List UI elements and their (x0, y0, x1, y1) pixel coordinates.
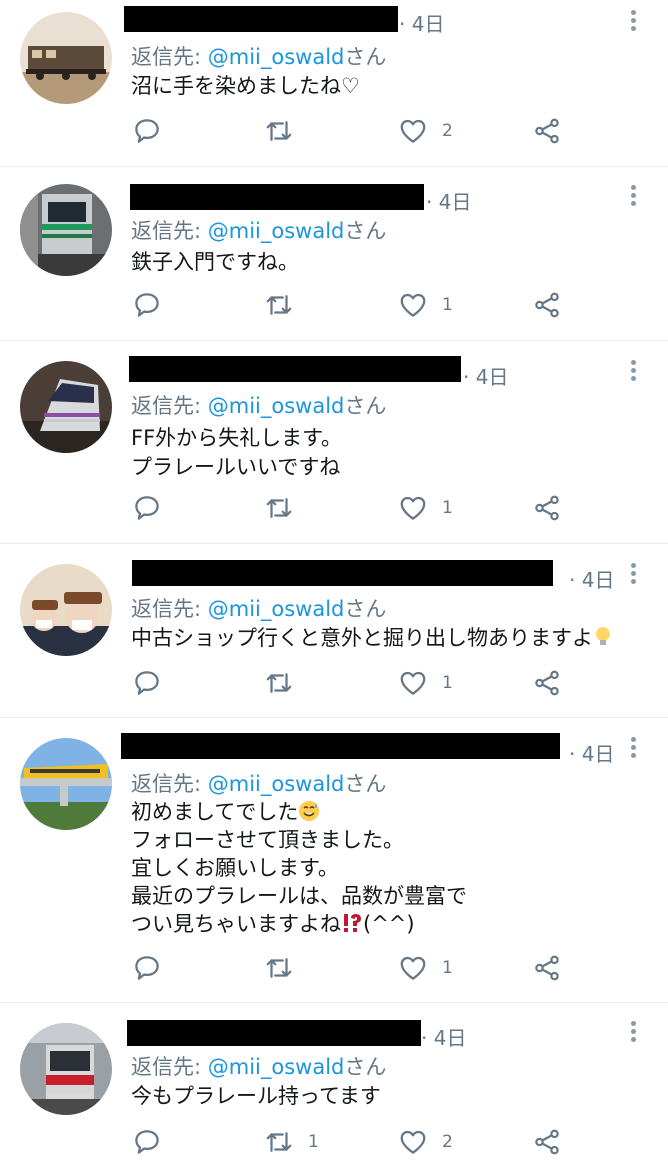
tweet-time[interactable]: · 4日 (426, 186, 471, 215)
tweet-text: 鉄子入門ですね。 (131, 250, 299, 274)
reply-icon[interactable] (132, 1127, 162, 1157)
retweet-icon[interactable] (264, 953, 294, 983)
retweet-icon[interactable] (264, 1127, 294, 1157)
redacted-display-name (124, 6, 398, 32)
tweet-time[interactable]: · 4日 (463, 361, 508, 390)
interrobang-emoji (344, 914, 361, 932)
retweet-count: 1 (308, 1132, 319, 1152)
share-icon[interactable] (532, 953, 562, 983)
retweet-icon[interactable] (264, 493, 294, 523)
tweet-text: 今もプラレール持ってます (131, 1084, 381, 1108)
more-icon[interactable] (624, 8, 644, 34)
redacted-display-name (127, 1020, 421, 1046)
more-icon[interactable] (624, 358, 644, 384)
reply-to-line: 返信先: @mii_oswaldさん (131, 45, 387, 69)
share-icon[interactable] (532, 1127, 562, 1157)
redacted-display-name (121, 733, 560, 759)
tweet-text: 初めましてでした フォローさせて頂きました。 宜しくお願いします。 最近のプラレ… (131, 800, 467, 936)
avatar[interactable] (20, 184, 112, 276)
avatar[interactable] (20, 12, 112, 104)
heart-icon[interactable] (398, 493, 428, 523)
tweet-5[interactable]: · 4日 返信先: @mii_oswaldさん 初めましてでした フォローさせて… (0, 718, 668, 1002)
tweet-3[interactable]: · 4日 返信先: @mii_oswaldさん FF外から失礼します。 プラレー… (0, 341, 668, 543)
mention-link[interactable]: @mii_oswald (208, 394, 345, 418)
redacted-display-name (132, 560, 553, 586)
like-count: 1 (442, 295, 453, 315)
mention-link[interactable]: @mii_oswald (208, 219, 345, 243)
tweet-text: FF外から失礼します。 プラレールいいですね (131, 426, 343, 479)
avatar[interactable] (20, 1023, 112, 1115)
avatar[interactable] (20, 738, 112, 830)
avatar[interactable] (20, 564, 112, 656)
more-icon[interactable] (624, 183, 644, 209)
tweet-time[interactable]: · 4日 (569, 564, 614, 593)
tweet-text: 中古ショップ行くと意外と掘り出し物ありますよ (131, 624, 613, 652)
mention-link[interactable]: @mii_oswald (208, 597, 345, 621)
more-icon[interactable] (624, 561, 644, 587)
reply-icon[interactable] (132, 668, 162, 698)
like-count: 1 (442, 958, 453, 978)
tweet-time[interactable]: · 4日 (421, 1022, 466, 1051)
redacted-display-name (130, 184, 424, 210)
tweet-time[interactable]: · 4日 (569, 738, 614, 767)
like-count: 1 (442, 498, 453, 518)
retweet-icon[interactable] (264, 116, 294, 146)
reply-to-line: 返信先: @mii_oswaldさん (131, 597, 387, 621)
retweet-icon[interactable] (264, 290, 294, 320)
tweet-2[interactable]: · 4日 返信先: @mii_oswaldさん 鉄子入門ですね。 1 (0, 167, 668, 340)
redacted-display-name (129, 356, 461, 382)
like-count: 1 (442, 673, 453, 693)
share-icon[interactable] (532, 290, 562, 320)
heart-icon[interactable] (398, 953, 428, 983)
reply-icon[interactable] (132, 953, 162, 983)
tweet-4[interactable]: · 4日 返信先: @mii_oswaldさん 中古ショップ行くと意外と掘り出し… (0, 544, 668, 717)
tweet-time[interactable]: · 4日 (399, 8, 444, 37)
heart-icon[interactable] (398, 290, 428, 320)
sweat-smile-emoji (299, 801, 320, 821)
more-icon[interactable] (624, 1019, 644, 1045)
more-icon[interactable] (624, 735, 644, 761)
tweet-1[interactable]: · 4日 返信先: @mii_oswaldさん 沼に手を染めましたね♡ 2 (0, 0, 668, 166)
reply-icon[interactable] (132, 116, 162, 146)
lightbulb-emoji (596, 627, 610, 645)
like-count: 2 (442, 121, 453, 141)
mention-link[interactable]: @mii_oswald (208, 45, 345, 69)
mention-link[interactable]: @mii_oswald (208, 1055, 345, 1079)
mention-link[interactable]: @mii_oswald (208, 772, 345, 796)
heart-icon[interactable] (398, 668, 428, 698)
reply-icon[interactable] (132, 290, 162, 320)
reply-to-line: 返信先: @mii_oswaldさん (131, 394, 387, 418)
reply-to-line: 返信先: @mii_oswaldさん (131, 772, 387, 796)
heart-icon[interactable] (398, 1127, 428, 1157)
avatar[interactable] (20, 361, 112, 453)
tweet-text: 沼に手を染めましたね♡ (131, 74, 360, 98)
share-icon[interactable] (532, 493, 562, 523)
like-count: 2 (442, 1132, 453, 1152)
reply-to-line: 返信先: @mii_oswaldさん (131, 1055, 387, 1079)
reply-to-line: 返信先: @mii_oswaldさん (131, 219, 387, 243)
share-icon[interactable] (532, 668, 562, 698)
reply-icon[interactable] (132, 493, 162, 523)
heart-icon[interactable] (398, 116, 428, 146)
share-icon[interactable] (532, 116, 562, 146)
tweet-6[interactable]: · 4日 返信先: @mii_oswaldさん 今もプラレール持ってます 1 2 (0, 1003, 668, 1170)
retweet-icon[interactable] (264, 668, 294, 698)
